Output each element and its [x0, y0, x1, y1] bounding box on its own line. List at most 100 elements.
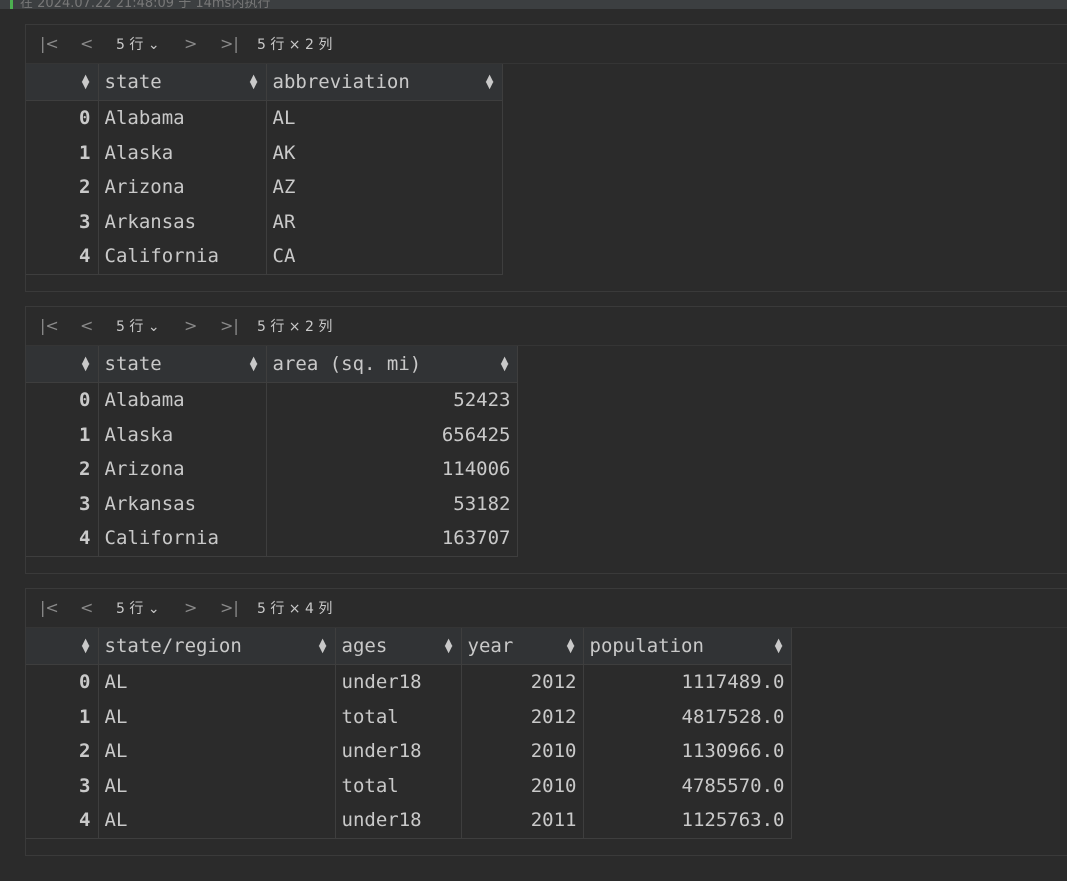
table-cell[interactable]: Arkansas: [98, 204, 267, 239]
previous-page-icon[interactable]: <: [80, 317, 93, 335]
rows-per-page-dropdown[interactable]: 5 行 ⌄: [116, 36, 160, 54]
table-row[interactable]: 3 AL total 2010 4785570.0: [26, 768, 792, 803]
first-page-icon[interactable]: |<: [40, 35, 59, 53]
sort-icon[interactable]: ▲ ▼: [319, 638, 327, 655]
dataframe-toolbar: |< < 5 行 ⌄ > >| 5 行 × 4 列: [26, 589, 1067, 628]
sort-icon[interactable]: ▲ ▼: [501, 356, 509, 373]
table-cell[interactable]: Alaska: [98, 135, 267, 170]
column-header-abbreviation[interactable]: abbreviation ▲ ▼: [266, 64, 503, 101]
sort-icon[interactable]: ▲ ▼: [486, 74, 494, 91]
table-cell[interactable]: AZ: [266, 170, 503, 205]
next-page-icon[interactable]: >: [184, 317, 197, 335]
row-index: 1: [26, 135, 99, 170]
table-cell[interactable]: Alabama: [98, 100, 267, 136]
column-header-ages[interactable]: ages ▲ ▼: [335, 628, 462, 665]
column-header-state[interactable]: state ▲ ▼: [98, 64, 267, 101]
row-index: 4: [26, 803, 99, 839]
table-cell[interactable]: 2010: [461, 768, 584, 803]
table-cell[interactable]: under18: [335, 664, 462, 700]
table-cell[interactable]: 1117489.0: [583, 664, 792, 700]
rows-per-page-dropdown[interactable]: 5 行 ⌄: [116, 318, 160, 336]
table-cell[interactable]: AR: [266, 204, 503, 239]
table-cell[interactable]: under18: [335, 734, 462, 769]
index-column-header[interactable]: ▲ ▼: [26, 628, 99, 665]
table-cell[interactable]: 1125763.0: [583, 803, 792, 839]
table-row[interactable]: 0 Alabama 52423: [26, 382, 518, 418]
chevron-down-icon: ⌄: [147, 601, 160, 617]
table-row[interactable]: 0 Alabama AL: [26, 100, 503, 136]
rows-per-page-dropdown[interactable]: 5 行 ⌄: [116, 600, 160, 618]
table-cell[interactable]: under18: [335, 803, 462, 839]
table-row[interactable]: 4 AL under18 2011 1125763.0: [26, 803, 792, 839]
table-row[interactable]: 3 Arkansas AR: [26, 204, 503, 239]
table-row[interactable]: 1 Alaska AK: [26, 135, 503, 170]
index-column-header[interactable]: ▲ ▼: [26, 64, 99, 101]
table-row[interactable]: 2 AL under18 2010 1130966.0: [26, 734, 792, 769]
previous-page-icon[interactable]: <: [80, 599, 93, 617]
first-page-icon[interactable]: |<: [40, 317, 59, 335]
column-header-year[interactable]: year ▲ ▼: [461, 628, 584, 665]
table-cell[interactable]: Alaska: [98, 417, 267, 452]
table-cell[interactable]: AL: [98, 664, 336, 700]
table-cell[interactable]: 4785570.0: [583, 768, 792, 803]
table-cell[interactable]: AK: [266, 135, 503, 170]
last-page-icon[interactable]: >|: [220, 317, 239, 335]
table-cell[interactable]: 2012: [461, 699, 584, 734]
previous-page-icon[interactable]: <: [80, 35, 93, 53]
table-cell[interactable]: total: [335, 699, 462, 734]
next-page-icon[interactable]: >: [184, 35, 197, 53]
table-cell[interactable]: California: [98, 239, 267, 275]
index-column-header[interactable]: ▲ ▼: [26, 346, 99, 383]
table-cell[interactable]: Alabama: [98, 382, 267, 418]
sort-icon[interactable]: ▲ ▼: [250, 356, 258, 373]
chevron-down-icon: ⌄: [147, 319, 160, 335]
next-page-icon[interactable]: >: [184, 599, 197, 617]
column-header-area[interactable]: area (sq. mi) ▲ ▼: [266, 346, 518, 383]
sort-icon[interactable]: ▲ ▼: [82, 74, 90, 91]
column-header-state-region[interactable]: state/region ▲ ▼: [98, 628, 336, 665]
column-header-population[interactable]: population ▲ ▼: [583, 628, 792, 665]
table-cell[interactable]: Arizona: [98, 452, 267, 487]
last-page-icon[interactable]: >|: [220, 599, 239, 617]
table-cell[interactable]: AL: [98, 734, 336, 769]
table-cell[interactable]: 656425: [266, 417, 518, 452]
table-cell[interactable]: 2010: [461, 734, 584, 769]
table-cell[interactable]: 4817528.0: [583, 699, 792, 734]
sort-icon[interactable]: ▲ ▼: [82, 356, 90, 373]
table-row[interactable]: 1 Alaska 656425: [26, 417, 518, 452]
table-row[interactable]: 3 Arkansas 53182: [26, 486, 518, 521]
table-cell[interactable]: California: [98, 521, 267, 557]
table-cell[interactable]: 2012: [461, 664, 584, 700]
first-page-icon[interactable]: |<: [40, 599, 59, 617]
table-cell[interactable]: 2011: [461, 803, 584, 839]
sort-icon[interactable]: ▲ ▼: [445, 638, 453, 655]
table-row[interactable]: 4 California 163707: [26, 521, 518, 557]
table-row[interactable]: 4 California CA: [26, 239, 503, 275]
table-cell[interactable]: CA: [266, 239, 503, 275]
last-page-icon[interactable]: >|: [220, 35, 239, 53]
dataframe-toolbar: |< < 5 行 ⌄ > >| 5 行 × 2 列: [26, 25, 1067, 64]
table-row[interactable]: 1 AL total 2012 4817528.0: [26, 699, 792, 734]
execution-status-text: 在 2024.07.22 21:48:09 于 14ms内执行: [20, 0, 271, 9]
table-cell[interactable]: 163707: [266, 521, 518, 557]
table-cell[interactable]: 52423: [266, 382, 518, 418]
sort-icon[interactable]: ▲ ▼: [250, 74, 258, 91]
table-cell[interactable]: Arizona: [98, 170, 267, 205]
table-cell[interactable]: Arkansas: [98, 486, 267, 521]
column-header-state[interactable]: state ▲ ▼: [98, 346, 267, 383]
table-row[interactable]: 2 Arizona 114006: [26, 452, 518, 487]
sort-icon[interactable]: ▲ ▼: [567, 638, 575, 655]
table-cell[interactable]: AL: [98, 768, 336, 803]
table-row[interactable]: 0 AL under18 2012 1117489.0: [26, 664, 792, 700]
table-cell[interactable]: AL: [98, 803, 336, 839]
table-cell[interactable]: 53182: [266, 486, 518, 521]
table-cell[interactable]: AL: [98, 699, 336, 734]
table-cell[interactable]: 1130966.0: [583, 734, 792, 769]
sort-icon[interactable]: ▲ ▼: [82, 638, 90, 655]
table-cell[interactable]: total: [335, 768, 462, 803]
table-cell[interactable]: AL: [266, 100, 503, 136]
dataframe-dimensions: 5 行 × 2 列: [257, 37, 333, 53]
table-cell[interactable]: 114006: [266, 452, 518, 487]
table-row[interactable]: 2 Arizona AZ: [26, 170, 503, 205]
sort-icon[interactable]: ▲ ▼: [775, 638, 783, 655]
